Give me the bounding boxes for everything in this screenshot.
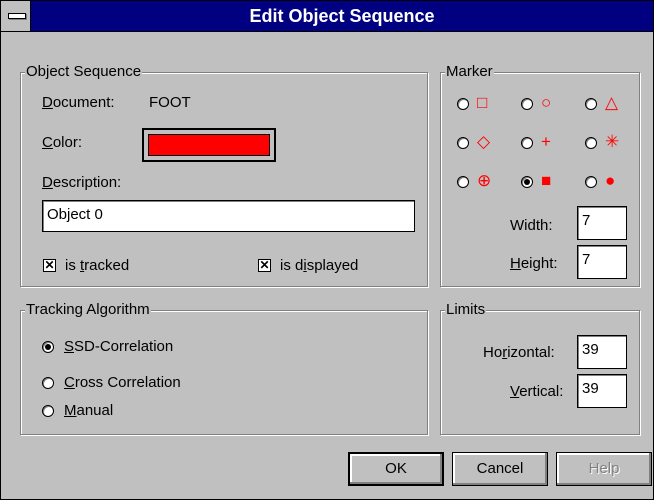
circled-plus-icon: ⊕ [477,171,492,190]
limits-group-label: Limits [445,301,487,319]
plus-icon: + [541,132,551,151]
width-input[interactable]: 7 [577,206,627,240]
hollow-diamond-icon: ◇ [477,132,491,151]
tracking-algorithm-group-label: Tracking Algorithm [25,301,151,319]
dialog-window: Edit Object Sequence Object Sequence Doc… [0,0,654,500]
marker-group-label: Marker [445,63,494,81]
marker-radio-hollow-circle[interactable] [521,98,533,110]
filled-circle-icon: ● [605,171,616,190]
cross-correlation-label[interactable]: Cross Correlation [64,374,181,392]
height-label: Height: [510,255,558,272]
description-label: Description: [42,174,122,191]
marker-radio-circled-plus[interactable] [457,176,469,188]
cancel-button[interactable]: Cancel [452,452,548,486]
object-sequence-group-label: Object Sequence [25,63,143,81]
description-input[interactable]: Object 0 [42,200,415,232]
vertical-label: Vertical: [510,383,564,400]
document-value: FOOT [149,94,191,111]
cross-correlation-radio[interactable] [42,377,54,389]
filled-square-icon: ■ [541,171,552,190]
marker-radio-filled-square[interactable] [521,176,533,188]
manual-label[interactable]: Manual [64,402,113,420]
manual-radio[interactable] [42,405,54,417]
hollow-circle-icon: ○ [541,93,552,112]
tracking-algorithm-group: Tracking Algorithm SSD-Correlation Cross… [20,301,428,435]
marker-radio-plus[interactable] [521,137,533,149]
horizontal-input[interactable]: 39 [577,335,627,369]
ssd-correlation-label[interactable]: SSD-Correlation [64,338,173,356]
width-label: Width: [510,217,553,234]
help-button[interactable]: Help [556,452,652,486]
system-menu-button[interactable] [1,1,31,31]
marker-radio-hollow-triangle[interactable] [585,98,597,110]
marker-radio-hollow-square[interactable] [457,98,469,110]
system-menu-icon [8,13,26,19]
marker-radio-filled-circle[interactable] [585,176,597,188]
limits-group: Limits Horizontal: 39 Vertical: 39 [440,301,640,435]
asterisk-icon: ✳ [605,132,620,151]
is-displayed-checkbox[interactable]: ✕ [258,259,271,272]
ok-button[interactable]: OK [348,452,444,486]
hollow-square-icon: □ [477,93,488,112]
is-displayed-label[interactable]: is displayed [280,257,358,275]
hollow-triangle-icon: △ [605,93,619,112]
marker-group: Marker □ ○ △ ◇ + ✳ ⊕ ■ ● Width: 7 Height… [440,63,640,287]
document-label: Document: [42,94,115,111]
horizontal-label: Horizontal: [483,344,555,361]
vertical-input[interactable]: 39 [577,374,627,408]
color-label: Color: [42,134,83,151]
is-tracked-checkbox[interactable]: ✕ [43,259,56,272]
marker-radio-hollow-diamond[interactable] [457,137,469,149]
height-input[interactable]: 7 [577,245,627,279]
window-title: Edit Object Sequence [249,6,435,26]
title-bar: Edit Object Sequence [1,1,653,32]
marker-radio-asterisk[interactable] [585,137,597,149]
color-swatch [148,134,270,156]
is-tracked-label[interactable]: is tracked [65,257,129,275]
color-picker-button[interactable] [142,128,276,162]
ssd-correlation-radio[interactable] [42,341,54,353]
object-sequence-group: Object Sequence Document: FOOT Color: De… [20,63,428,287]
